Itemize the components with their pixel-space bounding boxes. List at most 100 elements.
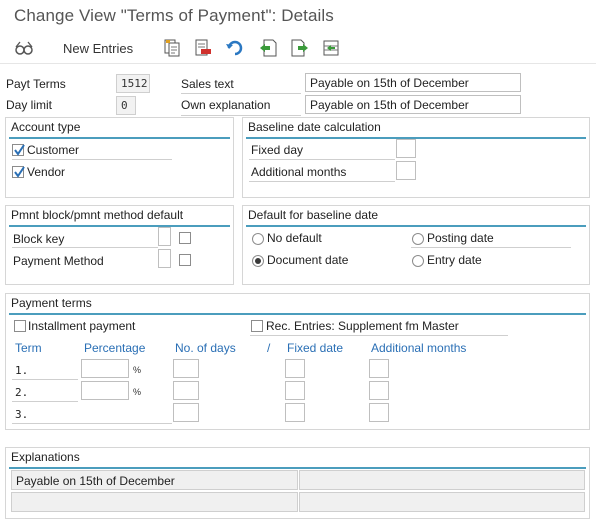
term-number: 1. <box>15 364 29 377</box>
sales-text-label: Sales text <box>181 77 234 91</box>
fixed-day-label: Fixed day <box>251 143 304 157</box>
additional-months-field[interactable] <box>396 161 416 180</box>
additional-months-field[interactable] <box>369 359 389 378</box>
column-header-no-of-days: No. of days <box>175 341 236 355</box>
explanation-line <box>299 492 585 512</box>
sales-text-field[interactable]: Payable on 15th of December <box>305 73 521 92</box>
explanation-line <box>299 470 585 490</box>
divider <box>249 181 395 182</box>
explanation-line <box>11 492 298 512</box>
divider <box>12 247 158 248</box>
group-title: Pmnt block/pmnt method default <box>11 208 184 222</box>
divider <box>250 335 508 336</box>
column-header-slash: / <box>267 341 271 355</box>
additional-months-field[interactable] <box>369 403 389 422</box>
percentage-field[interactable] <box>81 381 129 400</box>
rec-entries-label: Rec. Entries: Supplement fm Master <box>266 319 459 333</box>
payment-method-field[interactable] <box>158 249 171 268</box>
fixed-date-field[interactable] <box>285 381 305 400</box>
divider <box>12 401 78 402</box>
group-divider <box>9 313 586 315</box>
group-divider <box>9 225 230 227</box>
vendor-label: Vendor <box>27 165 66 179</box>
group-title: Payment terms <box>11 296 92 310</box>
payt-terms-label: Payt Terms <box>6 77 66 91</box>
group-divider <box>246 137 586 139</box>
column-header-term: Term <box>15 341 42 355</box>
payment-method-checkbox[interactable] <box>179 254 191 266</box>
payment-terms-group: Payment terms Installment payment Rec. E… <box>5 293 590 430</box>
divider <box>12 159 172 160</box>
document-date-label: Document date <box>267 253 349 267</box>
fixed-day-field[interactable] <box>396 139 416 158</box>
explanations-group: Explanations Payable on 15th of December <box>5 447 590 519</box>
rec-entries-checkbox[interactable] <box>251 320 263 332</box>
term-number: 3. <box>15 408 29 421</box>
payt-terms-field: 1512 <box>116 74 150 93</box>
group-divider <box>246 225 586 227</box>
divider <box>181 93 301 94</box>
day-limit-label: Day limit <box>6 98 53 112</box>
column-header-fixed-date: Fixed date <box>287 341 344 355</box>
percent-symbol: % <box>133 365 142 375</box>
explanation-line: Payable on 15th of December <box>11 470 298 490</box>
page-title: Change View "Terms of Payment": Details <box>14 6 334 25</box>
divider <box>12 423 172 424</box>
no-default-label: No default <box>267 231 322 245</box>
column-header-additional-months: Additional months <box>371 341 467 355</box>
previous-entry-icon[interactable] <box>258 38 278 58</box>
posting-date-label: Posting date <box>427 231 494 245</box>
toolbar: New Entries <box>0 34 596 64</box>
divider <box>181 115 301 116</box>
own-explanation-field[interactable]: Payable on 15th of December <box>305 95 521 114</box>
installment-payment-checkbox[interactable] <box>14 320 26 332</box>
document-date-radio[interactable] <box>252 255 264 267</box>
new-entries-button[interactable]: New Entries <box>63 41 133 56</box>
default-baseline-date-group: Default for baseline date No default Pos… <box>242 205 590 285</box>
group-title: Default for baseline date <box>248 208 379 222</box>
no-of-days-field[interactable] <box>173 359 199 378</box>
no-of-days-field[interactable] <box>173 381 199 400</box>
entry-date-radio[interactable] <box>412 255 424 267</box>
copy-icon[interactable] <box>162 38 182 58</box>
divider <box>411 247 571 248</box>
account-type-group: Account type Customer Vendor <box>5 117 234 198</box>
vendor-checkbox[interactable] <box>12 166 25 178</box>
fixed-date-field[interactable] <box>285 359 305 378</box>
additional-months-label: Additional months <box>251 165 347 179</box>
divider <box>12 379 78 380</box>
term-number: 2. <box>15 386 29 399</box>
group-title: Explanations <box>11 450 80 464</box>
no-default-radio[interactable] <box>252 233 264 245</box>
customer-checkbox[interactable] <box>12 144 25 156</box>
percent-symbol: % <box>133 387 142 397</box>
additional-months-field[interactable] <box>369 381 389 400</box>
group-divider <box>9 137 230 139</box>
entry-date-label: Entry date <box>427 253 482 267</box>
column-header-percentage: Percentage <box>84 341 146 355</box>
glasses-icon[interactable] <box>14 38 34 58</box>
group-title: Account type <box>11 120 81 134</box>
group-title: Baseline date calculation <box>248 120 381 134</box>
day-limit-field: 0 <box>116 96 136 115</box>
undo-icon[interactable] <box>225 38 245 58</box>
delete-icon[interactable] <box>193 38 213 58</box>
group-divider <box>9 467 586 469</box>
divider <box>249 159 395 160</box>
payment-method-label: Payment Method <box>13 254 104 268</box>
percentage-field[interactable] <box>81 359 129 378</box>
block-key-label: Block key <box>13 232 65 246</box>
posting-date-radio[interactable] <box>412 233 424 245</box>
fixed-date-field[interactable] <box>285 403 305 422</box>
block-key-checkbox[interactable] <box>179 232 191 244</box>
own-explanation-label: Own explanation <box>181 98 271 112</box>
next-entry-icon[interactable] <box>290 38 310 58</box>
pmnt-block-group: Pmnt block/pmnt method default Block key… <box>5 205 234 285</box>
no-of-days-field[interactable] <box>173 403 199 422</box>
select-all-icon[interactable] <box>321 38 341 58</box>
radio-selected-dot <box>255 258 261 264</box>
block-key-field[interactable] <box>158 227 171 246</box>
baseline-date-calculation-group: Baseline date calculation Fixed day Addi… <box>242 117 590 198</box>
customer-label: Customer <box>27 143 80 157</box>
installment-payment-label: Installment payment <box>28 319 136 333</box>
